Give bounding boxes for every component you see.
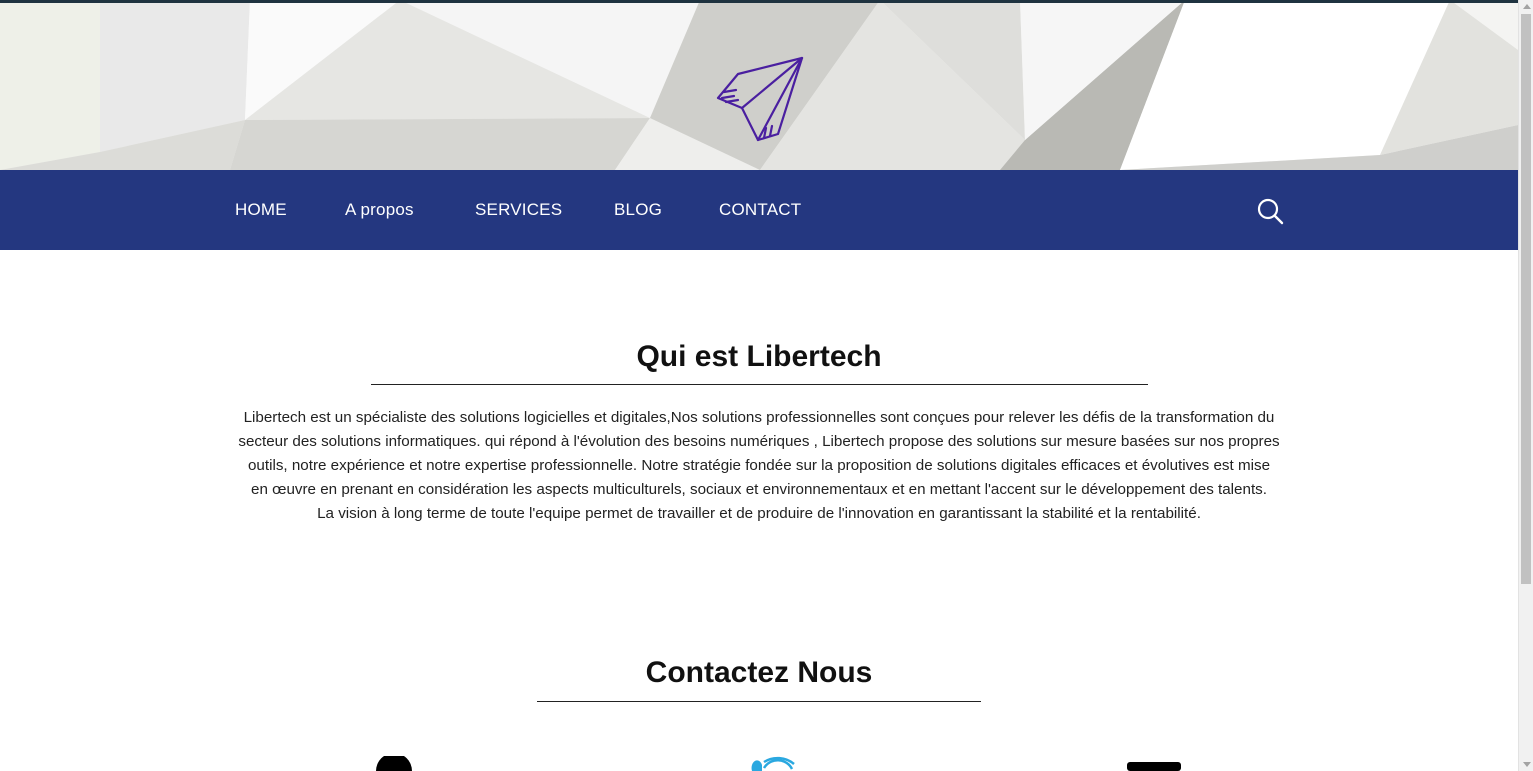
search-icon[interactable] (1256, 197, 1284, 225)
nav-blog[interactable]: BLOG (614, 170, 662, 250)
about-line: en œuvre en prenant en considération les… (251, 481, 1267, 498)
scrollbar-thumb[interactable] (1521, 14, 1531, 584)
contact-title-underline (537, 701, 981, 702)
phone-icon (376, 756, 412, 771)
about-line: secteur des solutions informatiques. qui… (238, 433, 1280, 450)
main-navbar: HOME A propos SERVICES BLOG CONTACT (0, 170, 1518, 250)
mail-icon (1127, 762, 1181, 771)
about-line: Libertech est un spécialiste des solutio… (243, 409, 1275, 426)
nav-contact[interactable]: CONTACT (719, 170, 801, 250)
nav-home[interactable]: HOME (235, 170, 287, 250)
about-paragraph: Libertech est un spécialiste des solutio… (222, 406, 1296, 526)
scroll-up-arrow-icon[interactable] (1523, 4, 1531, 9)
paper-plane-icon (716, 56, 804, 142)
nav-services[interactable]: SERVICES (475, 170, 562, 250)
about-title-underline (371, 384, 1148, 385)
nav-about[interactable]: A propos (345, 170, 414, 250)
about-line: La vision à long terme de toute l'equipe… (317, 505, 1201, 522)
wifi-icon (751, 756, 795, 771)
top-border (0, 0, 1518, 3)
about-line: outils, notre expérience et notre expert… (247, 457, 1271, 474)
about-title: Qui est Libertech (636, 340, 882, 373)
hero-banner (0, 0, 1518, 170)
contact-title: Contactez Nous (645, 656, 873, 689)
page-scrollbar[interactable] (1518, 0, 1533, 771)
scroll-down-arrow-icon[interactable] (1523, 762, 1531, 767)
